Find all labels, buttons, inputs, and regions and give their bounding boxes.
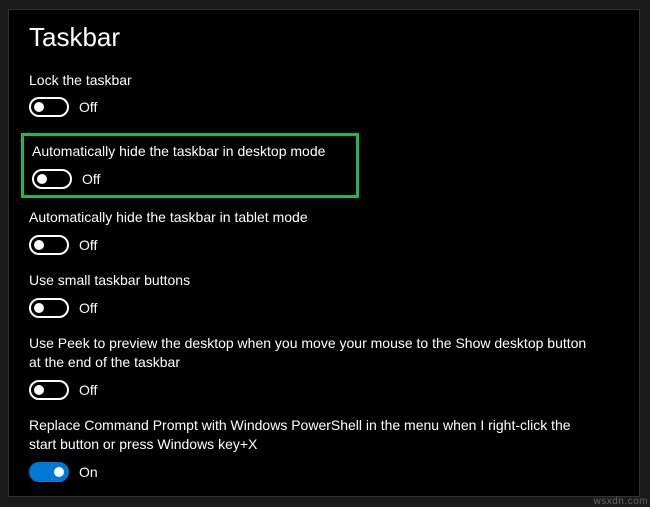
toggle-state-label: On [79,464,98,480]
toggle-row: Off [29,298,619,318]
setting-small-buttons: Use small taskbar buttons Off [29,271,619,318]
toggle-hide-tablet[interactable] [29,235,69,255]
toggle-state-label: Off [82,171,100,187]
toggle-hide-desktop[interactable] [32,169,72,189]
setting-use-peek: Use Peek to preview the desktop when you… [29,334,619,400]
setting-label: Lock the taskbar [29,71,589,90]
setting-label: Use Peek to preview the desktop when you… [29,334,589,372]
setting-hide-tablet: Automatically hide the taskbar in tablet… [29,208,619,255]
toggle-knob [54,467,64,477]
toggle-knob [34,102,44,112]
toggle-knob [34,303,44,313]
toggle-use-peek[interactable] [29,380,69,400]
setting-lock-taskbar: Lock the taskbar Off [29,71,619,118]
toggle-row: Off [32,169,348,189]
toggle-small-buttons[interactable] [29,298,69,318]
toggle-row: Off [29,235,619,255]
source-watermark: wsxdn.com [593,496,648,507]
setting-label: Replace Command Prompt with Windows Powe… [29,416,589,454]
toggle-replace-cmd[interactable] [29,462,69,482]
toggle-state-label: Off [79,237,97,253]
toggle-knob [34,385,44,395]
toggle-knob [34,240,44,250]
page-title: Taskbar [29,22,619,53]
toggle-knob [37,174,47,184]
setting-replace-cmd: Replace Command Prompt with Windows Powe… [29,416,619,482]
toggle-row: On [29,462,619,482]
toggle-row: Off [29,380,619,400]
toggle-lock-taskbar[interactable] [29,97,69,117]
toggle-row: Off [29,97,619,117]
taskbar-settings-panel: Taskbar Lock the taskbar Off Automatical… [8,9,640,497]
setting-hide-desktop: Automatically hide the taskbar in deskto… [21,133,359,198]
toggle-state-label: Off [79,300,97,316]
setting-label: Automatically hide the taskbar in tablet… [29,208,589,227]
setting-label: Use small taskbar buttons [29,271,589,290]
toggle-state-label: Off [79,99,97,115]
setting-label: Automatically hide the taskbar in deskto… [32,142,348,161]
toggle-state-label: Off [79,382,97,398]
